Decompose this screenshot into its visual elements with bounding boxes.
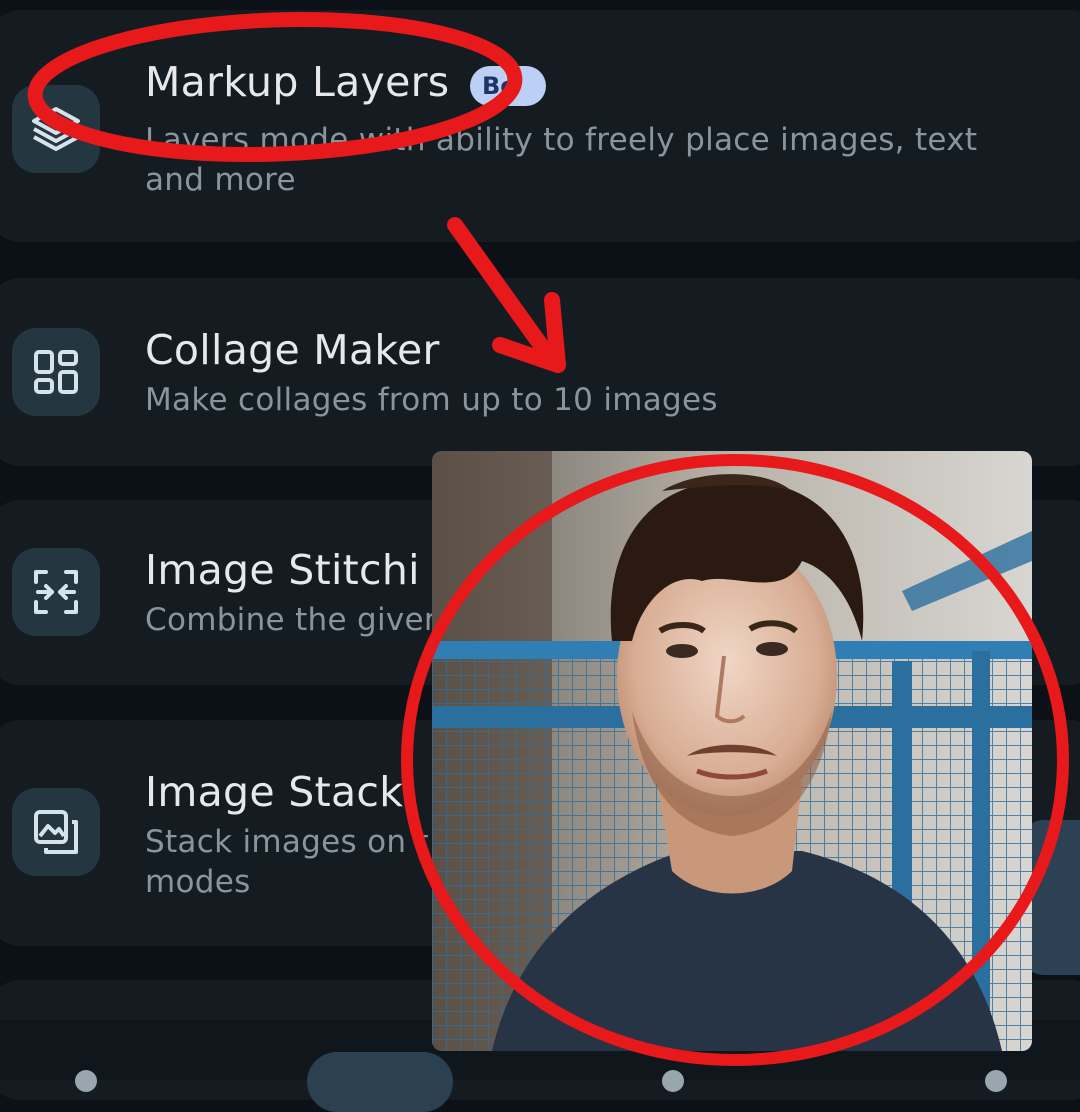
stitch-arrows-icon xyxy=(12,548,100,636)
tool-subtitle-line2: and more xyxy=(145,162,296,198)
tool-subtitle-line2: modes xyxy=(145,864,251,900)
nav-item-active[interactable] xyxy=(307,1052,453,1112)
tool-card-collage-maker[interactable]: Collage Maker Make collages from up to 1… xyxy=(0,278,1080,466)
nav-item-center-right-icon[interactable] xyxy=(662,1070,684,1092)
tool-subtitle: Stack images on t xyxy=(145,824,429,860)
tool-card-markup-layers[interactable]: Markup Layers Be Layers mode with abilit… xyxy=(0,10,1080,242)
nav-item-right-icon[interactable] xyxy=(985,1070,1007,1092)
collage-grid-icon xyxy=(12,328,100,416)
tool-title: Markup Layers xyxy=(145,58,450,106)
tool-title: Image Stitchi xyxy=(145,546,420,594)
tool-subtitle: Combine the giver xyxy=(145,602,437,638)
tool-subtitle: Make collages from up to 10 images xyxy=(145,382,718,418)
beta-badge: Be xyxy=(470,66,546,106)
tool-title: Image Stacki xyxy=(145,768,415,816)
image-stack-icon xyxy=(12,788,100,876)
layers-icon xyxy=(12,85,100,173)
tool-subtitle: Layers mode with ability to freely place… xyxy=(145,122,978,158)
tool-title: Collage Maker xyxy=(145,326,440,374)
nav-item-left-icon[interactable] xyxy=(75,1070,97,1092)
portrait-photo xyxy=(432,451,1032,1051)
